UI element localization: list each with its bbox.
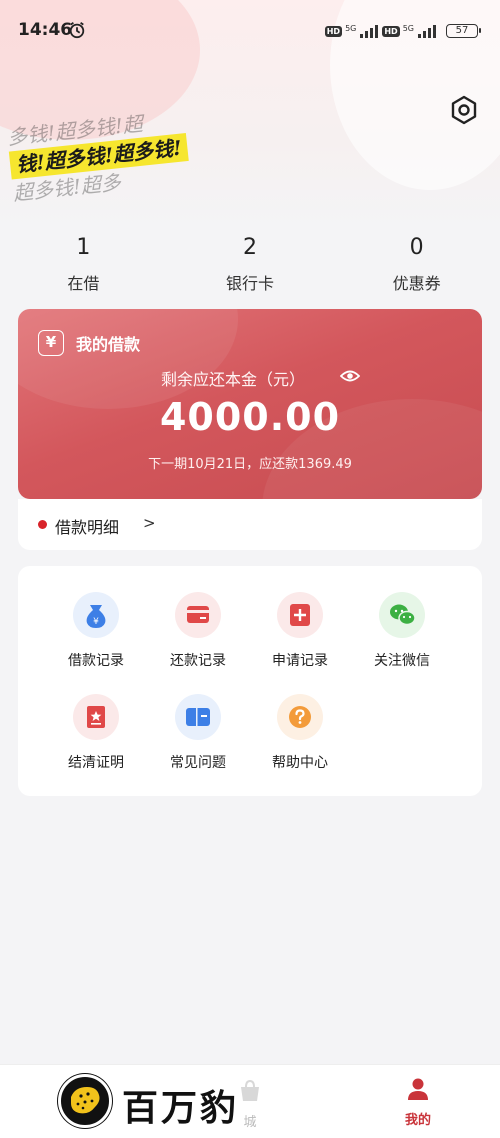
hd-badge: HD: [382, 25, 400, 37]
plus-icon: [277, 592, 323, 638]
menu-label: 借款记录: [68, 653, 124, 669]
remaining-amount: 4000.00: [159, 395, 341, 439]
leopard-logo-icon: [58, 1074, 112, 1128]
tab-mine-label: 我的: [404, 1113, 431, 1128]
menu-settlement-certificate[interactable]: 结清证明: [46, 694, 146, 784]
menu-label: 结清证明: [68, 755, 124, 771]
yen-icon: ¥: [38, 330, 64, 356]
stat-value: 1: [76, 235, 91, 260]
menu-loan-records[interactable]: ¥ 借款记录: [46, 592, 146, 682]
battery-icon: 57: [446, 24, 481, 38]
menu-label: 常见问题: [170, 755, 226, 771]
person-icon: [408, 1078, 428, 1100]
status-indicators: HD 5G HD 5G 57: [324, 22, 481, 40]
menu-label: 申请记录: [272, 653, 328, 669]
stat-value: 2: [243, 235, 257, 260]
stat-label: 在借: [67, 274, 100, 293]
stat-borrowing[interactable]: 1 在借: [0, 232, 167, 302]
book-icon: [175, 694, 221, 740]
remaining-principal-label: 剩余应还本金（元）: [18, 366, 482, 390]
hd-badge: HD: [324, 25, 343, 37]
stat-label: 优惠券: [392, 274, 441, 293]
next-due-info: 下一期10月21日，应还款1369.49: [148, 457, 352, 472]
card-icon: [175, 592, 221, 638]
question-icon: [277, 694, 323, 740]
wechat-icon: [379, 592, 425, 638]
eye-icon[interactable]: [340, 368, 360, 384]
watermark-text: 百万豹: [122, 1087, 240, 1129]
card-title: 我的借款: [76, 335, 141, 354]
network-type: 5G: [402, 23, 414, 33]
remaining-principal-text: 剩余应还本金（元）: [160, 370, 305, 389]
signal-icon: [360, 25, 379, 38]
alarm-clock-icon: [69, 22, 85, 39]
money-bag-icon: ¥: [73, 592, 119, 638]
tab-mine[interactable]: 我的: [390, 1077, 446, 1128]
menu-follow-wechat[interactable]: 关注微信: [352, 592, 452, 682]
stat-value: 0: [409, 235, 424, 260]
service-menu: ¥ 借款记录 还款记录 申请记录 关注微信 结清证明 常见问题 帮助中心: [18, 566, 482, 796]
loan-details-label: 借款明细: [55, 518, 120, 537]
settings-gear-icon[interactable]: [448, 94, 480, 126]
menu-application-records[interactable]: 申请记录: [250, 592, 350, 682]
stats-bar: 1 在借 2 银行卡 0 优惠券: [0, 232, 500, 302]
stat-coupons[interactable]: 0 优惠券: [333, 232, 500, 302]
menu-faq[interactable]: 常见问题: [148, 694, 248, 784]
signal-icon: [418, 25, 436, 38]
menu-repayment-records[interactable]: 还款记录: [148, 592, 248, 682]
status-time: 14:46: [18, 20, 73, 40]
menu-label: 帮助中心: [272, 755, 328, 771]
loan-details-link[interactable]: 借款明细 >: [18, 499, 482, 550]
chevron-right-icon: >: [143, 514, 156, 532]
stat-label: 银行卡: [226, 274, 275, 293]
status-bar: 14:46 HD 5G HD 5G 57: [0, 0, 500, 60]
menu-label: 还款记录: [170, 653, 226, 669]
red-dot-icon: [38, 520, 47, 529]
menu-help-center[interactable]: 帮助中心: [250, 694, 350, 784]
certificate-icon: [73, 694, 119, 740]
svg-text:¥: ¥: [93, 617, 99, 627]
menu-label: 关注微信: [374, 653, 430, 669]
network-type: 5G: [345, 23, 357, 33]
watermark-logo: 百万豹: [58, 1071, 258, 1131]
stat-bank-cards[interactable]: 2 银行卡: [167, 232, 334, 302]
loan-summary-card[interactable]: ¥ 我的借款 剩余应还本金（元） 4000.00 下一期10月21日，应还款13…: [18, 309, 482, 499]
